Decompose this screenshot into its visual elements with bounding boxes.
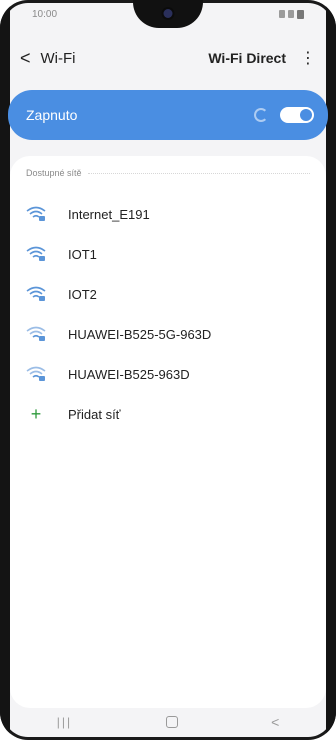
toggle-label: Zapnuto bbox=[26, 107, 78, 123]
back-chevron-icon[interactable]: < bbox=[20, 49, 31, 67]
signal-status-icon bbox=[288, 10, 294, 18]
phone-screen: 10:00 < Wi-Fi Wi-Fi Direct ⋮ Zapnuto Dos… bbox=[0, 0, 336, 740]
navigation-bar: ||| < bbox=[10, 704, 326, 740]
back-nav-icon[interactable]: < bbox=[271, 714, 279, 730]
wifi-status-icon bbox=[279, 10, 285, 18]
wifi-locked-icon bbox=[26, 206, 46, 222]
plus-icon: + bbox=[30, 404, 42, 424]
network-item[interactable]: IOT2 bbox=[26, 274, 310, 314]
app-header: < Wi-Fi Wi-Fi Direct ⋮ bbox=[20, 40, 316, 76]
add-network-button[interactable]: + Přidat síť bbox=[26, 394, 310, 434]
section-header: Dostupné sítě bbox=[26, 168, 310, 178]
networks-card: Dostupné sítě Internet_E191 IOT1 IOT2 HU… bbox=[10, 156, 326, 708]
front-camera bbox=[163, 9, 173, 18]
network-name: HUAWEI-B525-963D bbox=[68, 366, 190, 382]
add-network-label: Přidat síť bbox=[68, 406, 121, 422]
wifi-master-toggle[interactable]: Zapnuto bbox=[8, 90, 328, 140]
wifi-locked-icon bbox=[26, 366, 46, 382]
network-name: Internet_E191 bbox=[68, 206, 150, 222]
battery-icon bbox=[297, 9, 304, 19]
status-icons bbox=[279, 9, 304, 19]
more-options-icon[interactable]: ⋮ bbox=[300, 48, 316, 68]
header-right: Wi-Fi Direct ⋮ bbox=[208, 48, 316, 68]
status-time: 10:00 bbox=[32, 8, 58, 20]
network-name: IOT1 bbox=[68, 246, 97, 262]
wifi-locked-icon bbox=[26, 326, 46, 342]
switch-knob bbox=[300, 109, 312, 121]
wifi-direct-button[interactable]: Wi-Fi Direct bbox=[208, 50, 286, 66]
section-divider bbox=[87, 172, 310, 174]
header-left: < Wi-Fi bbox=[20, 49, 76, 67]
network-item[interactable]: IOT1 bbox=[26, 234, 310, 274]
toggle-switch[interactable] bbox=[280, 107, 314, 123]
home-icon[interactable] bbox=[165, 716, 178, 728]
section-title: Dostupné sítě bbox=[26, 168, 82, 178]
toggle-controls bbox=[254, 107, 314, 123]
scanning-spinner-icon bbox=[254, 108, 268, 122]
network-item[interactable]: Internet_E191 bbox=[26, 194, 310, 234]
network-item[interactable]: HUAWEI-B525-5G-963D bbox=[26, 314, 310, 354]
page-title: Wi-Fi bbox=[40, 49, 76, 67]
network-list: Internet_E191 IOT1 IOT2 HUAWEI-B525-5G-9… bbox=[26, 194, 310, 434]
network-name: HUAWEI-B525-5G-963D bbox=[68, 326, 212, 342]
recent-apps-icon[interactable]: ||| bbox=[57, 715, 72, 729]
network-item[interactable]: HUAWEI-B525-963D bbox=[26, 354, 310, 394]
network-name: IOT2 bbox=[68, 286, 97, 302]
wifi-locked-icon bbox=[26, 246, 46, 262]
wifi-locked-icon bbox=[26, 286, 46, 302]
